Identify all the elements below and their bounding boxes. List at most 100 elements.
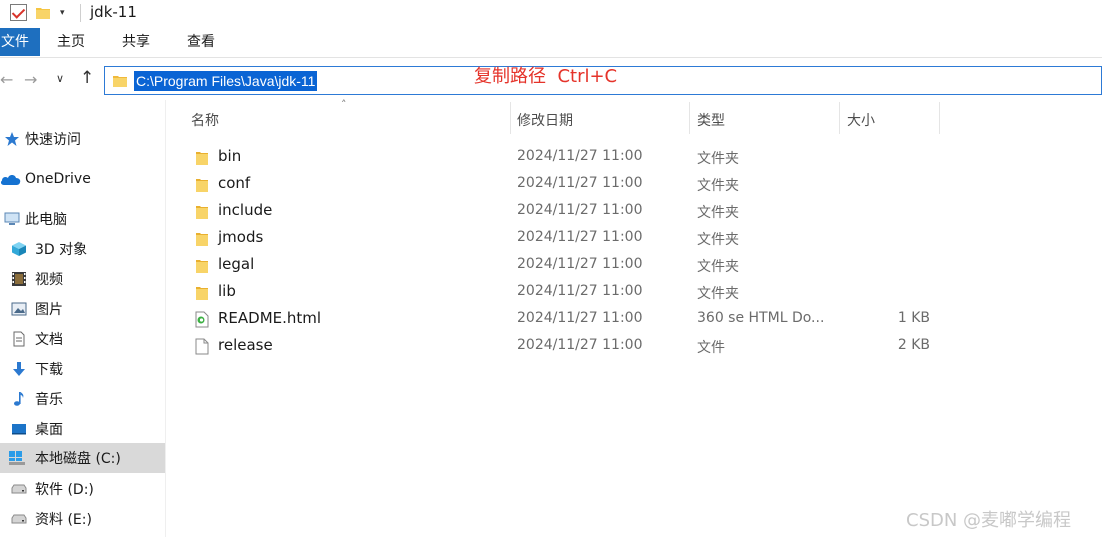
address-folder-icon [113,76,127,87]
file-type: 文件夹 [697,259,739,275]
folder-icon [196,152,208,165]
sidebar-item-desktop[interactable]: 桌面 [0,414,165,444]
back-arrow-icon[interactable]: ← [0,70,13,89]
file-type: 文件 [697,340,725,356]
windows-drive-icon [9,451,25,465]
video-icon [12,272,26,286]
tab-share[interactable]: 共享 [122,28,150,56]
sidebar-item-label: 图片 [35,302,63,318]
address-path[interactable]: C:\Program Files\Java\jdk-11 [134,71,318,91]
copy-path-annotation: 复制路径 Ctrl+C [474,66,618,87]
file-name: legal [218,255,255,273]
file-type: 文件夹 [697,205,739,221]
drive-icon [11,514,27,524]
file-name: README.html [218,309,322,327]
file-row[interactable]: jmods 2024/11/27 11:00 文件夹 [182,225,942,252]
column-header-size[interactable]: 大小 [847,110,875,130]
ribbon: 文件 主页 共享 查看 [0,28,1102,58]
column-header-modified[interactable]: 修改日期 [517,110,573,130]
sidebar-item-pictures[interactable]: 图片 [0,294,165,324]
file-name: release [218,336,273,354]
folder-icon [196,179,208,192]
title-bar: ▾ jdk-11 [0,0,1102,26]
file-type: 文件夹 [697,151,739,167]
file-size: 1 KB [897,310,930,326]
file-icon [195,338,209,355]
navigation-pane: 快速访问 OneDrive 此电脑 3D 对象 视频 图片 文档 下载 音乐 桌… [0,100,166,537]
folder-icon [196,233,208,246]
file-modified: 2024/11/27 11:00 [517,337,643,353]
download-icon [13,362,25,376]
sidebar-item-label: 文档 [35,332,63,348]
properties-check-icon[interactable] [10,4,27,21]
desktop-icon [12,424,26,435]
sidebar-item-label: 下载 [35,362,63,378]
file-row[interactable]: README.html 2024/11/27 11:00 360 se HTML… [182,306,942,333]
file-row[interactable]: conf 2024/11/27 11:00 文件夹 [182,171,942,198]
file-modified: 2024/11/27 11:00 [517,148,643,164]
cloud-icon [0,175,21,185]
folder-icon [196,260,208,273]
recent-locations-chevron-icon[interactable]: ∨ [56,72,64,85]
sidebar-item-downloads[interactable]: 下载 [0,354,165,384]
up-arrow-icon[interactable]: ↑ [80,68,94,88]
file-row[interactable]: legal 2024/11/27 11:00 文件夹 [182,252,942,279]
column-header-type[interactable]: 类型 [697,110,725,130]
column-header-name[interactable]: 名称 [191,110,219,130]
file-name: conf [218,174,251,192]
column-divider[interactable] [839,102,840,134]
sidebar-item-3d-objects[interactable]: 3D 对象 [0,234,165,264]
file-name: jmods [218,228,264,246]
file-type: 文件夹 [697,232,739,248]
file-modified: 2024/11/27 11:00 [517,229,643,245]
title-separator [80,4,81,22]
sidebar-item-this-pc[interactable]: 此电脑 [0,204,165,234]
sidebar-item-videos[interactable]: 视频 [0,264,165,294]
quick-access-dropdown-icon[interactable]: ▾ [60,8,70,18]
music-icon [14,392,24,406]
sort-ascending-icon: ˄ [341,98,347,111]
sidebar-item-label: 本地磁盘 (C:) [35,451,121,467]
forward-arrow-icon[interactable]: → [24,70,37,89]
file-type: 360 se HTML Do... [697,310,825,326]
tab-file[interactable]: 文件 [0,28,40,56]
file-row[interactable]: bin 2024/11/27 11:00 文件夹 [182,144,942,171]
file-modified: 2024/11/27 11:00 [517,256,643,272]
column-divider[interactable] [939,102,940,134]
picture-icon [11,302,27,316]
drive-icon [11,484,27,494]
sidebar-item-music[interactable]: 音乐 [0,384,165,414]
folder-icon [196,287,208,300]
sidebar-item-drive-d[interactable]: 软件 (D:) [0,474,165,504]
sidebar-item-label: 视频 [35,272,63,288]
file-modified: 2024/11/27 11:00 [517,283,643,299]
star-icon [5,132,19,146]
file-modified: 2024/11/27 11:00 [517,175,643,191]
sidebar-item-label: 快速访问 [25,132,81,148]
tab-view[interactable]: 查看 [187,28,215,56]
file-type: 文件夹 [697,286,739,302]
file-row[interactable]: release 2024/11/27 11:00 文件 2 KB [182,333,942,360]
new-folder-icon[interactable] [36,6,50,19]
sidebar-item-label: OneDrive [25,171,91,187]
column-divider[interactable] [510,102,511,134]
sidebar-item-local-disk-c[interactable]: 本地磁盘 (C:) [0,443,165,473]
sidebar-item-label: 资料 (E:) [35,512,92,528]
file-modified: 2024/11/27 11:00 [517,310,643,326]
file-row[interactable]: include 2024/11/27 11:00 文件夹 [182,198,942,225]
file-name: bin [218,147,242,165]
sidebar-item-drive-e[interactable]: 资料 (E:) [0,504,165,534]
document-icon [13,331,25,347]
html-file-icon [195,311,209,328]
column-divider[interactable] [689,102,690,134]
file-row[interactable]: lib 2024/11/27 11:00 文件夹 [182,279,942,306]
sidebar-item-onedrive[interactable]: OneDrive [0,164,165,194]
sidebar-item-documents[interactable]: 文档 [0,324,165,354]
sidebar-item-label: 此电脑 [25,212,67,228]
computer-icon [4,212,20,225]
sidebar-item-quick-access[interactable]: 快速访问 [0,124,165,154]
file-size: 2 KB [897,337,930,353]
sidebar-item-label: 音乐 [35,392,63,408]
cube-icon [12,242,26,256]
tab-home[interactable]: 主页 [57,28,85,56]
